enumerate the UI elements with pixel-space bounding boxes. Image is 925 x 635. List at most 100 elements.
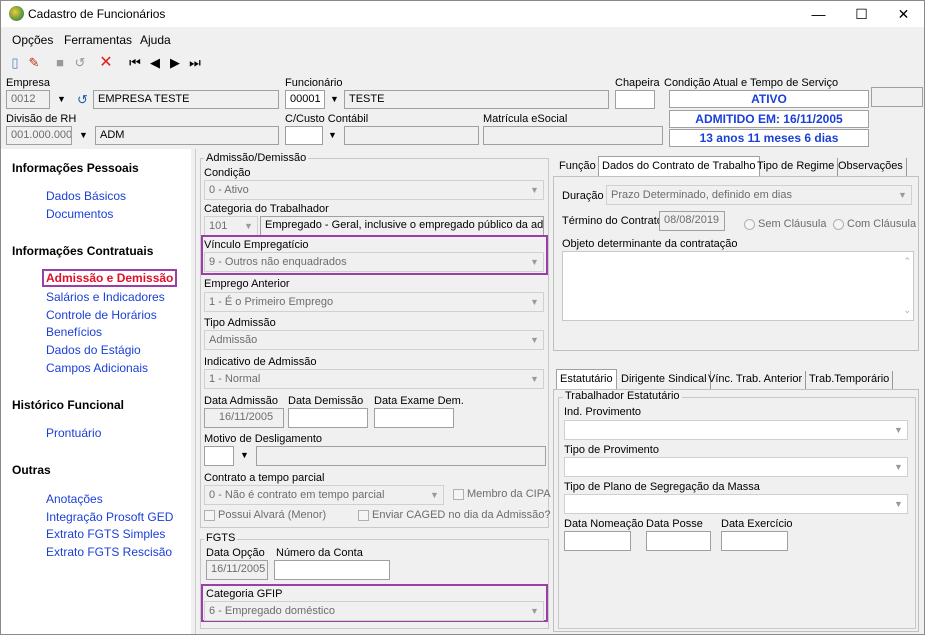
indicativo-value: 1 - Normal — [209, 373, 261, 385]
categoria-code-select[interactable]: 101 ▼ — [204, 216, 258, 236]
data-nomeacao-field[interactable] — [564, 531, 631, 551]
status-admitido: ADMITIDO EM: 16/11/2005 — [669, 110, 869, 128]
gfip-value: 6 - Empregado doméstico — [209, 605, 335, 617]
nav-anotacoes[interactable]: Anotações — [46, 492, 103, 506]
save-icon[interactable]: ■ — [51, 54, 69, 72]
chevron-down-icon[interactable]: ▼ — [53, 90, 70, 109]
categoria-label: Categoria do Trabalhador — [204, 203, 329, 215]
tab-vinc-anterior[interactable]: Vínc. Trab. Anterior — [705, 371, 807, 389]
data-admissao-field[interactable]: 16/11/2005 — [204, 408, 284, 428]
plano-segregacao-label: Tipo de Plano de Segregação da Massa — [564, 481, 760, 493]
close-button[interactable]: ✕ — [881, 1, 925, 27]
nav-beneficios[interactable]: Benefícios — [46, 325, 102, 339]
nav-dados-basicos[interactable]: Dados Básicos — [46, 189, 126, 203]
numero-conta-label: Número da Conta — [276, 547, 363, 559]
funcionario-code-field[interactable]: 00001 — [285, 90, 325, 109]
com-clausula-radio[interactable]: Com Cláusula — [833, 218, 916, 230]
matricula-label: Matrícula eSocial — [483, 113, 568, 125]
sem-clausula-radio[interactable]: Sem Cláusula — [744, 218, 826, 230]
new-icon[interactable]: ▯ — [6, 54, 24, 72]
plano-segregacao-select[interactable]: ▼ — [564, 494, 908, 514]
indicativo-select[interactable]: 1 - Normal ▼ — [204, 369, 544, 389]
tab-dados-contrato[interactable]: Dados do Contrato de Trabalho — [598, 156, 760, 177]
nav-fgts-simples[interactable]: Extrato FGTS Simples — [46, 527, 165, 541]
scroll-up-icon[interactable]: ⌃ — [903, 256, 911, 267]
tab-estatutario[interactable]: Estatutário — [556, 369, 617, 390]
ind-provimento-select[interactable]: ▼ — [564, 420, 908, 440]
chapeira-field[interactable] — [615, 90, 655, 109]
chevron-down-icon[interactable]: ▼ — [236, 446, 253, 465]
minimize-button[interactable]: — — [796, 1, 841, 27]
next-record-icon[interactable]: ▶ — [166, 54, 184, 72]
nav-salarios[interactable]: Salários e Indicadores — [46, 290, 165, 304]
contrato-parcial-select[interactable]: 0 - Não é contrato em tempo parcial ▼ — [204, 485, 444, 505]
empresa-code-field[interactable]: 0012 — [6, 90, 50, 109]
condicao-select[interactable]: 0 - Ativo ▼ — [204, 180, 544, 200]
motivo-code-field[interactable] — [204, 446, 234, 466]
cipa-checkbox[interactable]: Membro da CIPA — [453, 488, 551, 500]
duracao-select[interactable]: Prazo Determinado, definido em dias ▼ — [606, 185, 912, 205]
tab-temporario[interactable]: Trab.Temporário — [806, 371, 894, 389]
nav-estagio[interactable]: Dados do Estágio — [46, 343, 141, 357]
nav-ged[interactable]: Integração Prosoft GED — [46, 510, 173, 524]
data-exame-field[interactable] — [374, 408, 454, 428]
delete-icon[interactable]: ✕ — [97, 54, 115, 72]
data-exercicio-label: Data Exercício — [721, 518, 793, 530]
data-demissao-field[interactable] — [288, 408, 368, 428]
tipo-provimento-select[interactable]: ▼ — [564, 457, 908, 477]
nav-admissao-demissao[interactable]: Admissão e Demissão — [42, 269, 178, 287]
menu-opcoes[interactable]: Opções — [12, 33, 53, 47]
data-posse-field[interactable] — [646, 531, 711, 551]
nav-horarios[interactable]: Controle de Horários — [46, 308, 157, 322]
chevron-down-icon: ▼ — [530, 297, 539, 307]
tab-funcao[interactable]: Função — [556, 158, 600, 176]
app-icon — [9, 6, 24, 21]
left-navigation: Informações Pessoais Dados Básicos Docum… — [1, 149, 191, 634]
nav-fgts-rescisao[interactable]: Extrato FGTS Rescisão — [46, 545, 172, 559]
first-record-icon[interactable]: ⏮ — [126, 54, 144, 72]
data-opcao-label: Data Opção — [206, 547, 265, 559]
status-ativo: ATIVO — [669, 90, 869, 108]
caged-checkbox[interactable]: Enviar CAGED no dia da Admissão? — [358, 509, 551, 521]
header-panel: Empresa 0012 ▼ ↺ EMPRESA TESTE Funcionár… — [1, 75, 924, 147]
custo-contabil-field[interactable] — [285, 126, 323, 145]
refresh-icon[interactable]: ↺ — [74, 90, 91, 109]
chevron-down-icon: ▼ — [894, 462, 903, 472]
objeto-textarea[interactable]: ⌃ ⌄ — [562, 251, 914, 321]
edit-icon[interactable]: ✎ — [25, 54, 43, 72]
chevron-down-icon[interactable]: ▼ — [326, 90, 343, 109]
tab-observacoes[interactable]: Observações — [835, 158, 907, 176]
data-demissao-label: Data Demissão — [288, 395, 364, 407]
nav-documentos[interactable]: Documentos — [46, 207, 113, 221]
emprego-select[interactable]: 1 - É o Primeiro Emprego ▼ — [204, 292, 544, 312]
nav-prontuario[interactable]: Prontuário — [46, 426, 101, 440]
divisao-code-field[interactable]: 001.000.000 — [6, 126, 72, 145]
termino-field[interactable]: 08/08/2019 — [659, 211, 725, 231]
tipo-admissao-select[interactable]: Admissão ▼ — [204, 330, 544, 350]
cipa-label: Membro da CIPA — [467, 488, 551, 500]
undo-icon[interactable]: ↺ — [71, 54, 89, 72]
menu-ajuda[interactable]: Ajuda — [140, 33, 171, 47]
maximize-button[interactable]: ☐ — [839, 1, 884, 27]
chevron-down-icon[interactable]: ▼ — [324, 126, 341, 145]
tab-dirigente[interactable]: Dirigente Sindical — [618, 371, 711, 389]
data-exercicio-field[interactable] — [721, 531, 788, 551]
vinculo-select[interactable]: 9 - Outros não enquadrados ▼ — [204, 252, 544, 272]
numero-conta-field[interactable] — [274, 560, 390, 580]
tab-tipo-regime[interactable]: Tipo de Regime — [754, 158, 839, 176]
gfip-select[interactable]: 6 - Empregado doméstico ▼ — [204, 601, 544, 621]
section-info-pessoais: Informações Pessoais — [12, 161, 139, 175]
menu-ferramentas[interactable]: Ferramentas — [64, 33, 132, 47]
categoria-code-value: 101 — [209, 220, 228, 232]
duracao-value: Prazo Determinado, definido em dias — [611, 189, 792, 201]
data-opcao-field[interactable]: 16/11/2005 — [206, 560, 268, 580]
nav-campos-adicionais[interactable]: Campos Adicionais — [46, 361, 148, 375]
section-historico: Histórico Funcional — [12, 398, 125, 412]
chevron-down-icon[interactable]: ▼ — [75, 126, 92, 145]
prev-record-icon[interactable]: ◀ — [146, 54, 164, 72]
last-record-icon[interactable]: ⏭ — [186, 54, 204, 72]
alvara-checkbox[interactable]: Possui Alvará (Menor) — [204, 509, 326, 521]
scroll-down-icon[interactable]: ⌄ — [903, 305, 911, 316]
motivo-desc-field — [256, 446, 546, 466]
funcionario-name-field: TESTE — [344, 90, 609, 109]
